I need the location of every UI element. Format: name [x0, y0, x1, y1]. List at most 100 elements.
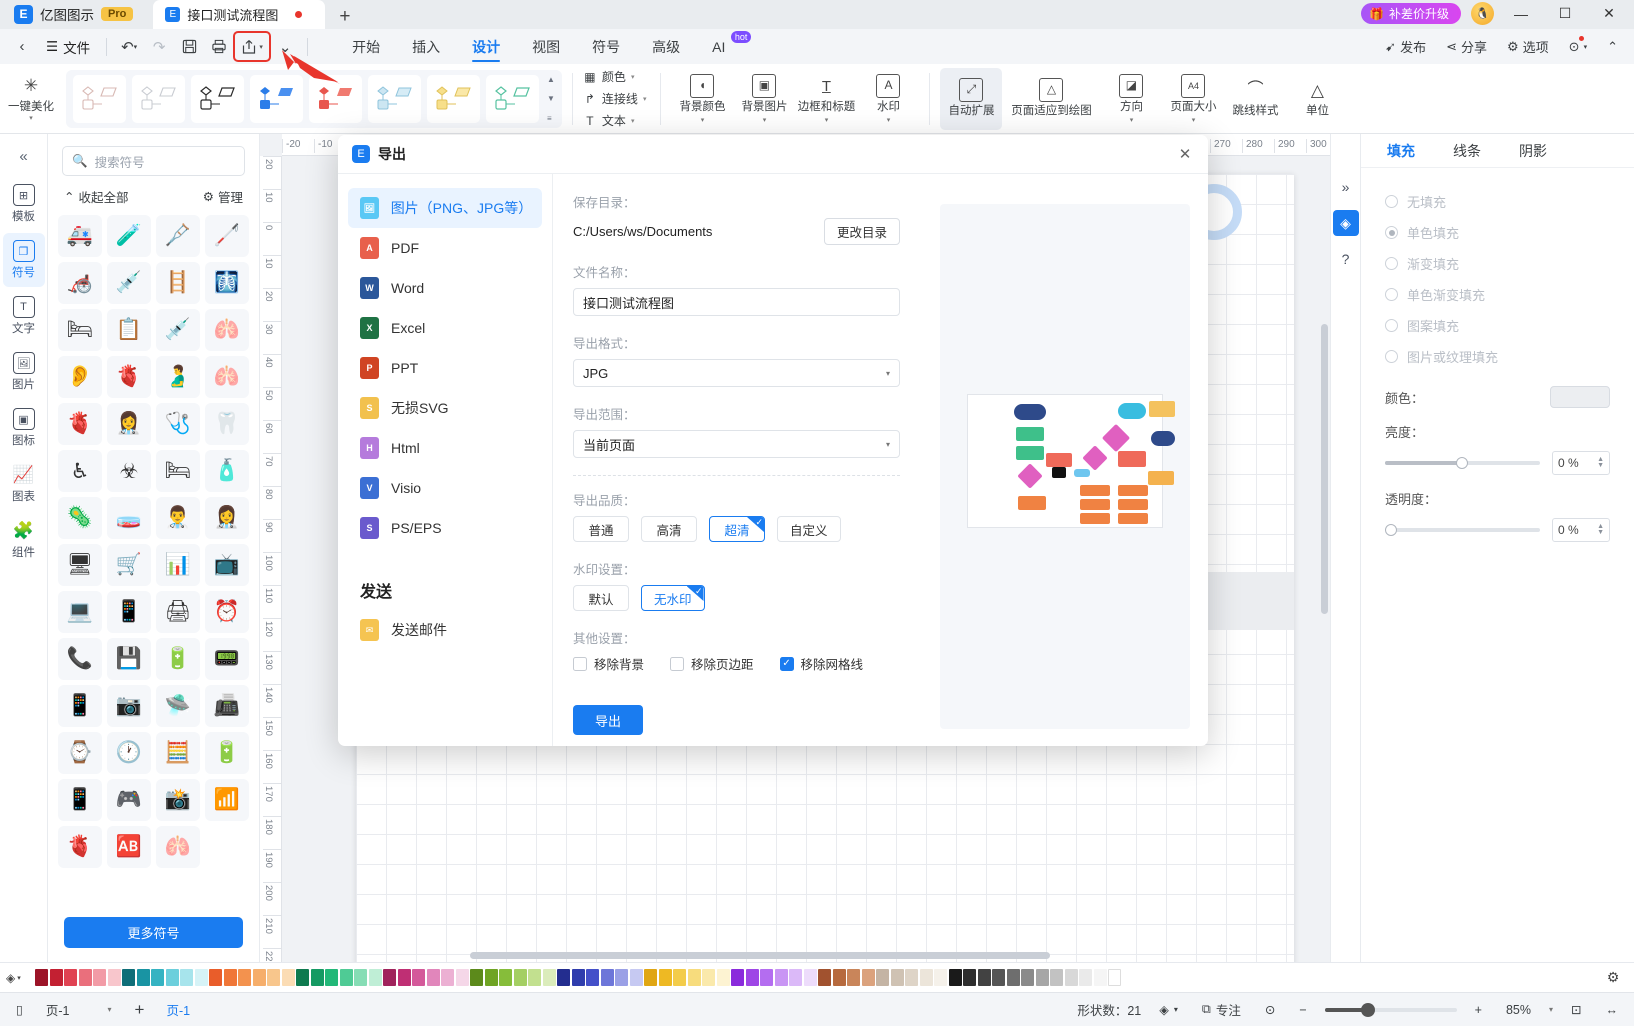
format-item-pdf[interactable]: A PDF — [348, 228, 542, 268]
palette-swatch[interactable] — [992, 969, 1005, 986]
zoom-slider[interactable] — [1324, 1002, 1457, 1017]
palette-swatch[interactable] — [687, 969, 701, 986]
symbol-cell[interactable]: 🦷 — [205, 403, 249, 445]
checkbox-remove-gridlines[interactable]: ✓ 移除网格线 — [779, 654, 863, 673]
palette-swatch[interactable] — [948, 969, 962, 986]
quality-option-normal[interactable]: 普通 — [573, 516, 629, 542]
palette-swatch[interactable] — [876, 969, 889, 986]
change-directory-button[interactable]: 更改目录 — [823, 218, 900, 245]
page-selector[interactable]: 页-1 ▾ — [39, 999, 119, 1020]
text-menu-button[interactable]: T 文本 ▾ — [583, 112, 647, 129]
symbol-cell[interactable]: 📠 — [205, 685, 249, 727]
symbol-cell[interactable]: 🫁 — [205, 356, 249, 398]
symbol-cell[interactable]: 👂 — [58, 356, 102, 398]
palette-swatch[interactable] — [325, 969, 338, 986]
palette-swatch[interactable] — [165, 969, 179, 986]
collapse-ribbon-button[interactable]: ⌃ — [1599, 34, 1626, 60]
tab-line[interactable]: 线条 — [1453, 134, 1481, 168]
help-circle-button[interactable]: ? — [1333, 246, 1359, 272]
palette-swatch[interactable] — [397, 969, 411, 986]
symbol-cell[interactable]: 👨‍⚕️ — [156, 497, 200, 539]
symbol-cell[interactable]: 🩼 — [156, 215, 200, 257]
add-page-button[interactable]: + — [129, 1000, 151, 1020]
manage-symbols-button[interactable]: ⚙ 管理 — [203, 187, 243, 206]
symbol-cell[interactable]: 🩺 — [156, 403, 200, 445]
palette-swatch[interactable] — [745, 969, 759, 986]
close-dialog-button[interactable]: ✕ — [1174, 143, 1196, 165]
background-image-button[interactable]: ▣ 背景图片 ▾ — [733, 68, 795, 130]
palette-swatch[interactable] — [644, 969, 657, 986]
symbol-cell[interactable]: 🚑 — [58, 215, 102, 257]
document-tab[interactable]: E 接口测试流程图 — [153, 0, 326, 29]
symbol-cell[interactable]: 🦯 — [205, 215, 249, 257]
palette-swatch[interactable] — [586, 969, 599, 986]
zoom-in-button[interactable]: + — [1469, 1003, 1488, 1017]
style-thumb-3[interactable] — [191, 74, 244, 123]
symbol-cell[interactable]: ♿ — [58, 450, 102, 492]
palette-swatch[interactable] — [542, 969, 556, 986]
palette-swatch[interactable] — [528, 969, 541, 986]
symbol-cell[interactable]: 🫀 — [58, 403, 102, 445]
unit-button[interactable]: △ 单位 — [1286, 68, 1348, 130]
palette-swatch[interactable] — [803, 969, 817, 986]
palette-swatch[interactable] — [977, 969, 991, 986]
palette-swatch[interactable] — [1079, 969, 1092, 986]
layers-button[interactable]: ◈ ▾ — [1153, 1002, 1184, 1017]
border-title-button[interactable]: T̲ 边框和标题 ▾ — [795, 68, 857, 130]
palette-swatch[interactable] — [847, 969, 860, 986]
symbol-cell[interactable]: 🆎 — [107, 826, 151, 868]
fill-option-none[interactable]: 无填充 — [1385, 186, 1610, 217]
symbol-cell[interactable]: 🖥 — [58, 544, 102, 586]
style-thumb-1[interactable] — [73, 74, 126, 123]
symbol-cell[interactable]: 📸 — [156, 779, 200, 821]
tab-start[interactable]: 开始 — [338, 29, 394, 64]
symbol-cell[interactable]: 📊 — [156, 544, 200, 586]
symbol-cell[interactable]: 🛸 — [156, 685, 200, 727]
palette-swatch[interactable] — [354, 969, 367, 986]
symbol-cell[interactable]: 🧮 — [156, 732, 200, 774]
symbol-cell[interactable]: 🫁 — [205, 309, 249, 351]
palette-swatch[interactable] — [122, 969, 135, 986]
format-item-visio[interactable]: V Visio — [348, 468, 542, 508]
checkbox-remove-background[interactable]: 移除背景 — [573, 654, 644, 673]
view-layout-button[interactable]: ▯ — [10, 1002, 29, 1017]
nav-item-image[interactable]: 🖼 图片 — [3, 345, 45, 399]
page-size-button[interactable]: A4 页面大小 ▾ — [1162, 68, 1224, 130]
symbol-cell[interactable]: 🛏 — [58, 309, 102, 351]
upgrade-button[interactable]: 🎁 补差价升级 — [1361, 3, 1461, 24]
palette-swatch[interactable] — [861, 969, 875, 986]
palette-swatch[interactable] — [1050, 969, 1063, 986]
quality-option-custom[interactable]: 自定义 — [777, 516, 841, 542]
send-mail-item[interactable]: ✉ 发送邮件 — [348, 610, 542, 650]
palette-swatch[interactable] — [832, 969, 846, 986]
more-symbols-button[interactable]: 更多符号 — [64, 917, 243, 948]
symbol-cell[interactable]: 📱 — [58, 779, 102, 821]
symbol-cell[interactable]: 👩‍⚕️ — [107, 403, 151, 445]
palette-swatch[interactable] — [600, 969, 614, 986]
symbol-cell[interactable]: 📱 — [58, 685, 102, 727]
palette-swatch[interactable] — [1021, 969, 1034, 986]
symbol-cell[interactable]: 📺 — [205, 544, 249, 586]
format-item-excel[interactable]: X Excel — [348, 308, 542, 348]
palette-swatch[interactable] — [194, 969, 208, 986]
connector-menu-button[interactable]: ↱ 连接线 ▾ — [583, 90, 647, 107]
palette-swatch[interactable] — [426, 969, 440, 986]
fill-color-dropdown-button[interactable]: ◈ ▾ — [6, 971, 32, 985]
file-menu-button[interactable]: ☰ 文件 — [38, 34, 98, 60]
symbol-cell[interactable]: 🫃 — [156, 356, 200, 398]
palette-swatch[interactable] — [49, 969, 63, 986]
palette-swatch[interactable] — [615, 969, 628, 986]
symbol-cell[interactable]: 🫀 — [58, 826, 102, 868]
gallery-scroll-arrows[interactable]: ▲ ▼ ≡ — [545, 75, 555, 123]
symbol-search-input[interactable]: 🔍 搜索符号 — [62, 146, 245, 176]
palette-swatch[interactable] — [1006, 969, 1020, 986]
palette-swatch[interactable] — [1035, 969, 1049, 986]
palette-swatch[interactable] — [441, 969, 454, 986]
palette-swatch[interactable] — [470, 969, 483, 986]
palette-swatch[interactable] — [658, 969, 672, 986]
symbol-cell[interactable]: 💻 — [58, 591, 102, 633]
brightness-slider[interactable] — [1385, 457, 1540, 469]
checkbox-remove-margin[interactable]: 移除页边距 — [670, 654, 754, 673]
stepper-arrows-icon[interactable]: ▲ ▼ — [1597, 456, 1604, 469]
gallery-up-icon[interactable]: ▲ — [547, 75, 555, 84]
